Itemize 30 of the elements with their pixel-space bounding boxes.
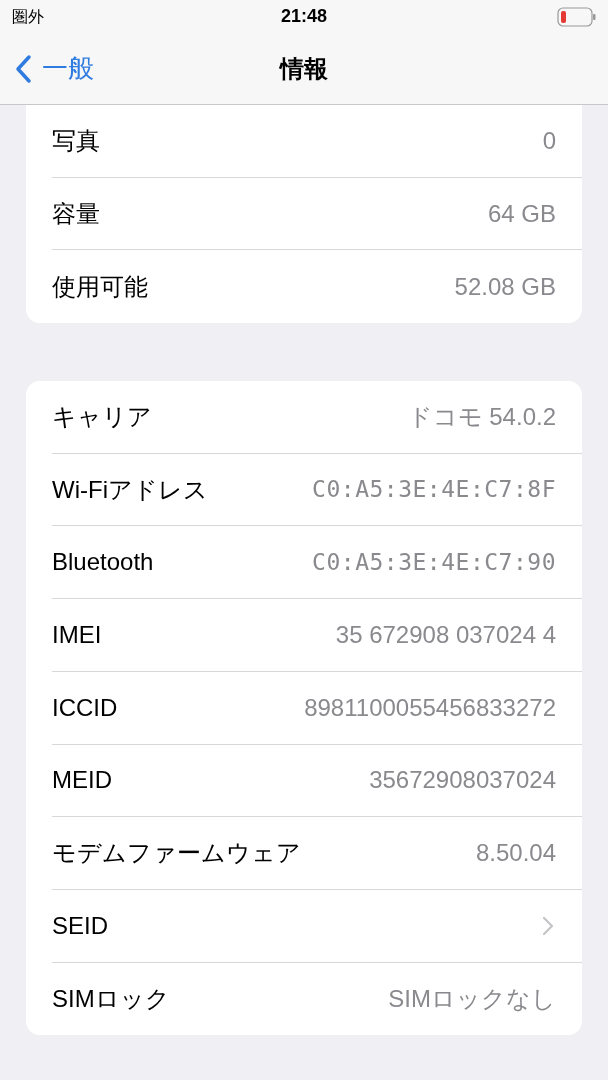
- row-value: 64 GB: [487, 198, 556, 229]
- row-label: 写真: [52, 125, 100, 156]
- back-button[interactable]: 一般: [0, 49, 94, 88]
- chevron-icon: [542, 915, 554, 936]
- row-value: 0: [542, 125, 556, 156]
- row-value: 52.08 GB: [454, 271, 556, 302]
- row-value: C0:A5:3E:4E:C7:8F: [312, 475, 556, 505]
- row-label: 容量: [52, 198, 100, 229]
- row-label: Bluetooth: [52, 547, 154, 578]
- row-label: SIMロック: [52, 983, 170, 1014]
- row-value: ドコモ 54.0.2: [407, 401, 556, 432]
- row-value: 8.50.04: [475, 838, 556, 869]
- carrier-text: 圏外: [12, 6, 45, 27]
- row-value: 35672908037024: [369, 765, 556, 796]
- back-chevron-icon: [14, 53, 32, 84]
- row-label: SEID: [52, 910, 108, 941]
- row-value: SIMロックなし: [388, 983, 556, 1014]
- row-label: IMEI: [52, 619, 102, 650]
- battery-icon: [557, 6, 596, 27]
- page-title: 情報: [280, 53, 328, 84]
- row-label: ICCID: [52, 692, 118, 723]
- row-value: 35 672908 037024 4: [335, 619, 556, 650]
- row-label: Wi-Fiアドレス: [52, 474, 208, 505]
- row-label: モデムファームウェア: [52, 838, 301, 869]
- row-label: MEID: [52, 765, 112, 796]
- row-value: 8981100055456833272: [304, 692, 556, 723]
- row-value: C0:A5:3E:4E:C7:90: [312, 548, 556, 578]
- row-label: 使用可能: [52, 271, 148, 302]
- row-label: キャリア: [52, 401, 152, 432]
- clock-time: 21:48: [280, 5, 327, 28]
